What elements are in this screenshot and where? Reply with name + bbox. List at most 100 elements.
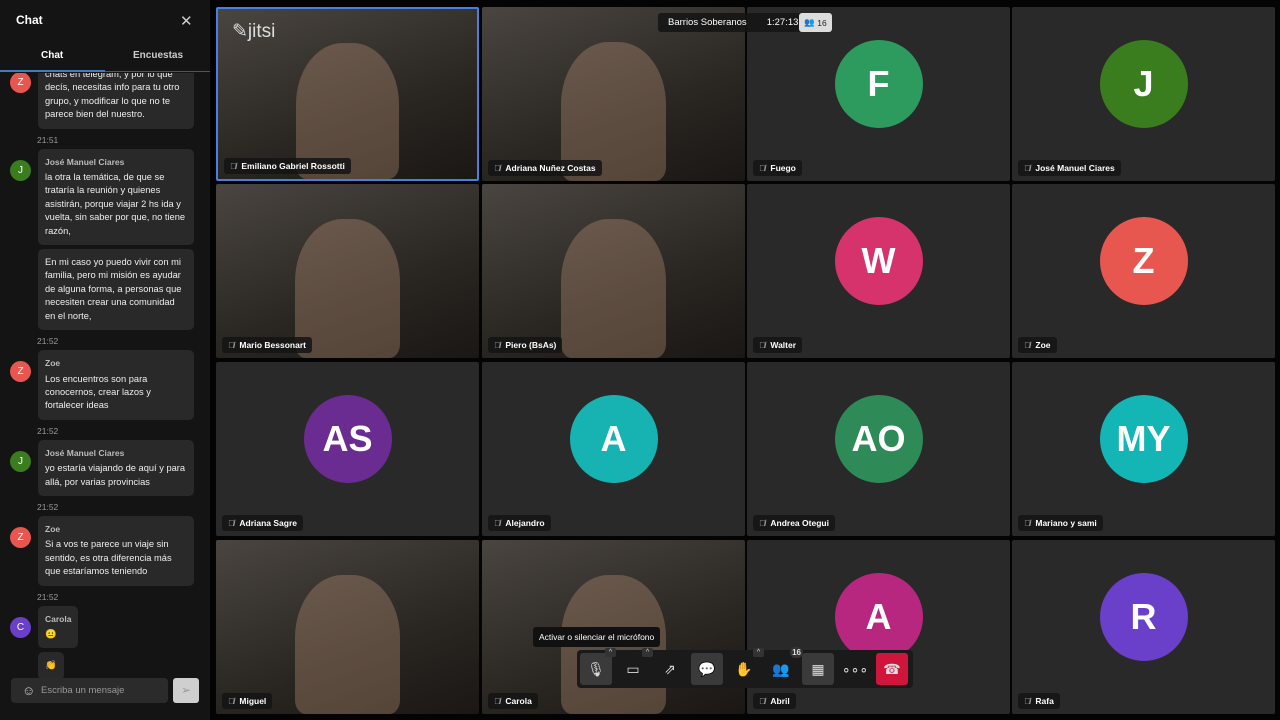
mic-muted-icon: 🎙̸ xyxy=(759,163,766,173)
mic-muted-icon: 🎙̸ xyxy=(1024,696,1031,706)
participant-name: 🎙̸ Miguel xyxy=(222,693,273,709)
message-time: 21:52 xyxy=(37,501,59,512)
participant-tile[interactable]: AO 🎙̸ Andrea Otegui xyxy=(747,362,1010,536)
participants-icon: 👥 xyxy=(804,17,815,27)
mic-muted-icon: 🎙̸ xyxy=(1024,518,1031,528)
message-text: En mi caso yo puedo vivir con mi familia… xyxy=(45,257,182,321)
participant-tile[interactable]: AS 🎙̸ Adriana Sagre xyxy=(216,362,479,536)
chevron-up-icon[interactable]: ^ xyxy=(605,648,616,657)
participant-name: 🎙̸ Piero (BsAs) xyxy=(488,337,563,353)
participant-avatar: R xyxy=(1099,572,1188,661)
participant-tile[interactable]: Z 🎙̸ Zoe xyxy=(1012,184,1275,358)
message-text: yo estaría viajando de aquí y para allá,… xyxy=(45,463,186,487)
message-text: 😐 xyxy=(45,628,57,639)
participant-tile[interactable]: A 🎙̸ Alejandro xyxy=(482,362,745,536)
tooltip: Activar o silenciar el micrófono xyxy=(533,627,661,647)
participant-tile[interactable]: J 🎙̸ José Manuel Ciares xyxy=(1012,7,1275,181)
hangup-button[interactable]: ☎ xyxy=(876,653,908,685)
send-icon: ➢ xyxy=(180,683,192,697)
chat-panel: Chat ✕ Chat Encuestas Zchats en telegram… xyxy=(0,0,210,720)
avatar: Z xyxy=(10,73,31,93)
participant-tile[interactable]: R 🎙̸ Rafa xyxy=(1012,540,1275,714)
participant-tile[interactable]: 🎙̸ Miguel xyxy=(216,540,479,714)
mic-muted-icon: 🎙̸ xyxy=(228,696,235,706)
share-screen-button[interactable]: ⇗ xyxy=(654,653,686,685)
message-text: 👏 xyxy=(45,660,57,671)
avatar: Z xyxy=(10,361,31,383)
participant-avatar: AS xyxy=(303,394,392,483)
message-group: Zchats en telegram; y por lo que decís, … xyxy=(10,73,194,145)
participant-name: 🎙̸ José Manuel Ciares xyxy=(1018,160,1121,176)
message-text: la otra la temática, de que se trataría … xyxy=(45,172,186,236)
participant-name: 🎙̸ Adriana Sagre xyxy=(222,515,304,531)
mic-muted-icon: 🎙̸ xyxy=(494,340,501,350)
message-list[interactable]: Zchats en telegram; y por lo que decís, … xyxy=(0,73,210,678)
microphone-icon: 🎙 xyxy=(587,660,605,677)
share-screen-icon: ⇗ xyxy=(664,660,676,677)
message-group: Z Zoe Si a vos te parece un viaje sin sent… xyxy=(10,515,194,602)
message-input[interactable]: ☺ Escriba un mensaje xyxy=(11,678,168,703)
avatar: C xyxy=(10,616,31,638)
participant-avatar: W xyxy=(834,216,923,305)
chat-message: En mi caso yo puedo vivir con mi familia… xyxy=(38,249,194,331)
mic-muted-icon: 🎙̸ xyxy=(230,161,237,171)
chevron-up-icon[interactable]: ^ xyxy=(642,648,653,657)
toolbar: 🎙 ^ ▭ ^ ⇗ 💬 ✋ ^ 👥 16 ▦ ∘∘∘ ☎ xyxy=(577,647,913,688)
message-text: Los encuentros son para conocernos, crea… xyxy=(45,373,151,411)
meeting-title: Barrios Soberanos xyxy=(668,17,747,28)
active-tab-indicator xyxy=(0,70,105,72)
participant-tile[interactable]: W 🎙̸ Walter xyxy=(747,184,1010,358)
participant-name: 🎙̸ Fuego xyxy=(753,160,802,176)
chat-message: 👏 xyxy=(38,652,64,678)
participant-avatar: F xyxy=(834,39,923,128)
participant-tile[interactable]: MY 🎙̸ Mariano y sami xyxy=(1012,362,1275,536)
participants-icon: 👥 xyxy=(772,660,790,677)
message-time: 21:52 xyxy=(37,591,59,602)
chat-title: Chat xyxy=(16,13,43,27)
raise-hand-button[interactable]: ✋ ^ xyxy=(728,648,764,685)
participant-name: 🎙̸ Rafa xyxy=(1018,693,1060,709)
participant-tile[interactable]: F 🎙̸ Fuego xyxy=(747,7,1010,181)
more-button[interactable]: ∘∘∘ xyxy=(839,653,871,685)
close-icon[interactable]: ✕ xyxy=(180,12,193,30)
participants-button[interactable]: 👥 16 xyxy=(765,647,803,685)
sender-name: Zoe xyxy=(45,523,61,534)
participant-name: 🎙̸ Mariano y sami xyxy=(1018,515,1103,531)
tile-view-button[interactable]: ▦ xyxy=(802,653,834,685)
sender-name: José Manuel Ciares xyxy=(45,447,125,458)
avatar: J xyxy=(10,450,31,472)
mic-muted-icon: 🎙̸ xyxy=(494,163,501,173)
camera-button[interactable]: ▭ ^ xyxy=(617,648,653,685)
mic-muted-icon: 🎙̸ xyxy=(228,340,235,350)
tab-polls[interactable]: Encuestas xyxy=(133,50,183,61)
chat-message: chats en telegram; y por lo que decís, n… xyxy=(38,73,194,129)
participant-tile[interactable]: 🎙̸ Mario Bessonart xyxy=(216,184,479,358)
send-button[interactable]: ➢ xyxy=(173,678,199,703)
participant-name: 🎙̸ Emiliano Gabriel Rossotti xyxy=(224,158,351,174)
chat-message: Carola 😐 xyxy=(38,605,79,649)
microphone-button[interactable]: 🎙 ^ xyxy=(580,648,616,685)
sender-name: Zoe xyxy=(45,358,61,369)
message-time: 21:52 xyxy=(37,336,59,347)
participant-name: 🎙̸ Walter xyxy=(753,337,803,353)
message-group: J José Manuel Ciares yo estaría viajando d… xyxy=(10,439,194,512)
participant-avatar: Z xyxy=(1099,216,1188,305)
mic-muted-icon: 🎙̸ xyxy=(1024,340,1031,350)
chevron-up-icon[interactable]: ^ xyxy=(753,648,764,657)
camera-icon: ▭ xyxy=(626,660,640,677)
chat-icon: 💬 xyxy=(698,660,716,677)
tab-chat[interactable]: Chat xyxy=(41,50,63,61)
mic-muted-icon: 🎙̸ xyxy=(759,340,766,350)
chat-button[interactable]: 💬 xyxy=(691,653,723,685)
emoji-icon[interactable]: ☺ xyxy=(22,683,35,698)
participant-count[interactable]: 👥 16 xyxy=(799,13,832,32)
chat-message: Zoe Si a vos te parece un viaje sin senti… xyxy=(38,515,194,586)
participant-avatar: A xyxy=(569,394,658,483)
chat-message: Zoe Los encuentros son para conocernos, c… xyxy=(38,350,194,420)
participant-name: 🎙̸ Mario Bessonart xyxy=(222,337,312,353)
participant-tile[interactable]: 🎙̸ Adriana Nuñez Costas xyxy=(482,7,745,181)
message-text: chats en telegram; y por lo que decís, n… xyxy=(45,73,180,120)
participant-name: 🎙̸ Carola xyxy=(488,693,538,709)
hangup-icon: ☎ xyxy=(883,660,901,677)
participant-tile[interactable]: 🎙̸ Piero (BsAs) xyxy=(482,184,745,358)
